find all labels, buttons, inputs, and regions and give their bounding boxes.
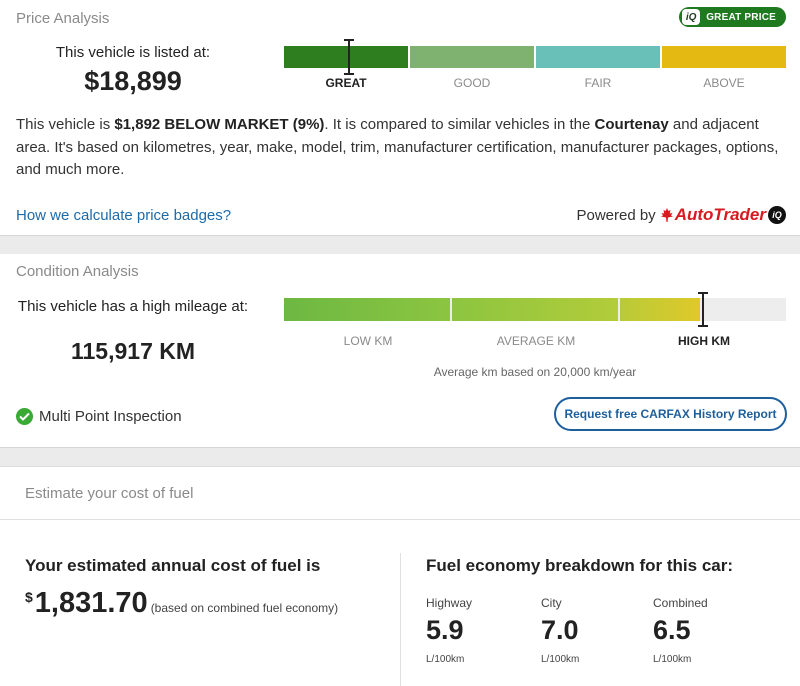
economy-combined: Combined 6.5 L/100km <box>653 596 708 665</box>
fuel-cost-title: Estimate your cost of fuel <box>25 485 194 502</box>
great-price-badge: iQ GREAT PRICE <box>679 7 786 27</box>
autotrader-logo: AutoTrader <box>674 205 766 224</box>
powered-by: Powered by AutoTrader iQ <box>576 205 786 225</box>
divider <box>0 519 800 520</box>
price-segment-above <box>662 46 786 68</box>
km-segment-low <box>284 298 450 321</box>
price-description: This vehicle is $1,892 BELOW MARKET (9%)… <box>16 116 779 178</box>
km-segment-high <box>620 298 700 321</box>
km-rating-labels: LOW KM AVERAGE KM HIGH KM <box>284 334 788 348</box>
price-rating-labels: GREAT GOOD FAIR ABOVE <box>284 76 786 90</box>
condition-analysis-card: Condition Analysis This vehicle has a hi… <box>0 254 800 448</box>
currency-symbol: $ <box>25 589 33 605</box>
mileage-label: This vehicle has a high mileage at: <box>17 298 249 315</box>
annual-cost-amount: 1,831.70 <box>34 587 148 619</box>
autotrader-iq-icon: iQ <box>768 206 786 224</box>
price-badges-link[interactable]: How we calculate price badges? <box>16 207 231 224</box>
price-label-fair: FAIR <box>584 76 612 90</box>
economy-label: Combined <box>653 596 708 610</box>
listed-label: This vehicle is listed at: <box>55 44 211 61</box>
economy-breakdown-heading: Fuel economy breakdown for this car: <box>426 556 734 575</box>
km-average-note: Average km based on 20,000 km/year <box>433 365 637 379</box>
km-label-low: LOW KM <box>343 334 393 348</box>
check-circle-icon <box>16 408 33 425</box>
maple-leaf-icon <box>660 208 673 222</box>
price-label-good: GOOD <box>453 76 491 90</box>
mileage-marker-icon <box>697 292 709 327</box>
iq-logo-icon: iQ <box>682 9 701 25</box>
economy-value: 7.0 <box>541 615 579 645</box>
economy-city: City 7.0 L/100km <box>541 596 579 665</box>
fuel-cost-card: Estimate your cost of fuel Your estimate… <box>0 466 800 686</box>
badge-label: GREAT PRICE <box>706 11 776 23</box>
price-marker-icon <box>343 39 355 75</box>
economy-unit: L/100km <box>653 654 692 665</box>
economy-label: Highway <box>426 596 473 610</box>
vertical-divider <box>400 553 401 686</box>
price-label-above: ABOVE <box>703 76 745 90</box>
economy-unit: L/100km <box>426 654 465 665</box>
km-label-high: HIGH KM <box>678 334 730 348</box>
km-label-average: AVERAGE KM <box>496 334 576 348</box>
listed-price: $18,899 <box>84 66 182 96</box>
carfax-report-button[interactable]: Request free CARFAX History Report <box>554 397 787 431</box>
mileage-value: 115,917 KM <box>70 338 196 364</box>
price-segment-good <box>410 46 534 68</box>
economy-highway: Highway 5.9 L/100km <box>426 596 472 665</box>
km-segment-average <box>452 298 618 321</box>
price-rating-bar <box>284 46 786 68</box>
multi-point-inspection: Multi Point Inspection <box>16 408 182 425</box>
condition-analysis-title: Condition Analysis <box>16 263 139 280</box>
inspection-label: Multi Point Inspection <box>39 408 182 425</box>
price-label-great: GREAT <box>325 76 367 90</box>
km-rating-bar <box>284 298 786 321</box>
price-analysis-card: Price Analysis iQ GREAT PRICE This vehic… <box>0 0 800 236</box>
annual-cost: $ 1,831.70 (based on combined fuel econo… <box>25 587 338 619</box>
annual-cost-note: (based on combined fuel economy) <box>150 601 339 615</box>
powered-by-label: Powered by <box>576 206 656 224</box>
annual-cost-heading: Your estimated annual cost of fuel is <box>25 556 321 575</box>
price-segment-fair <box>536 46 660 68</box>
economy-label: City <box>541 596 562 610</box>
economy-value: 5.9 <box>426 615 464 645</box>
economy-unit: L/100km <box>541 654 580 665</box>
economy-value: 6.5 <box>653 615 691 645</box>
price-analysis-title: Price Analysis <box>16 10 110 27</box>
